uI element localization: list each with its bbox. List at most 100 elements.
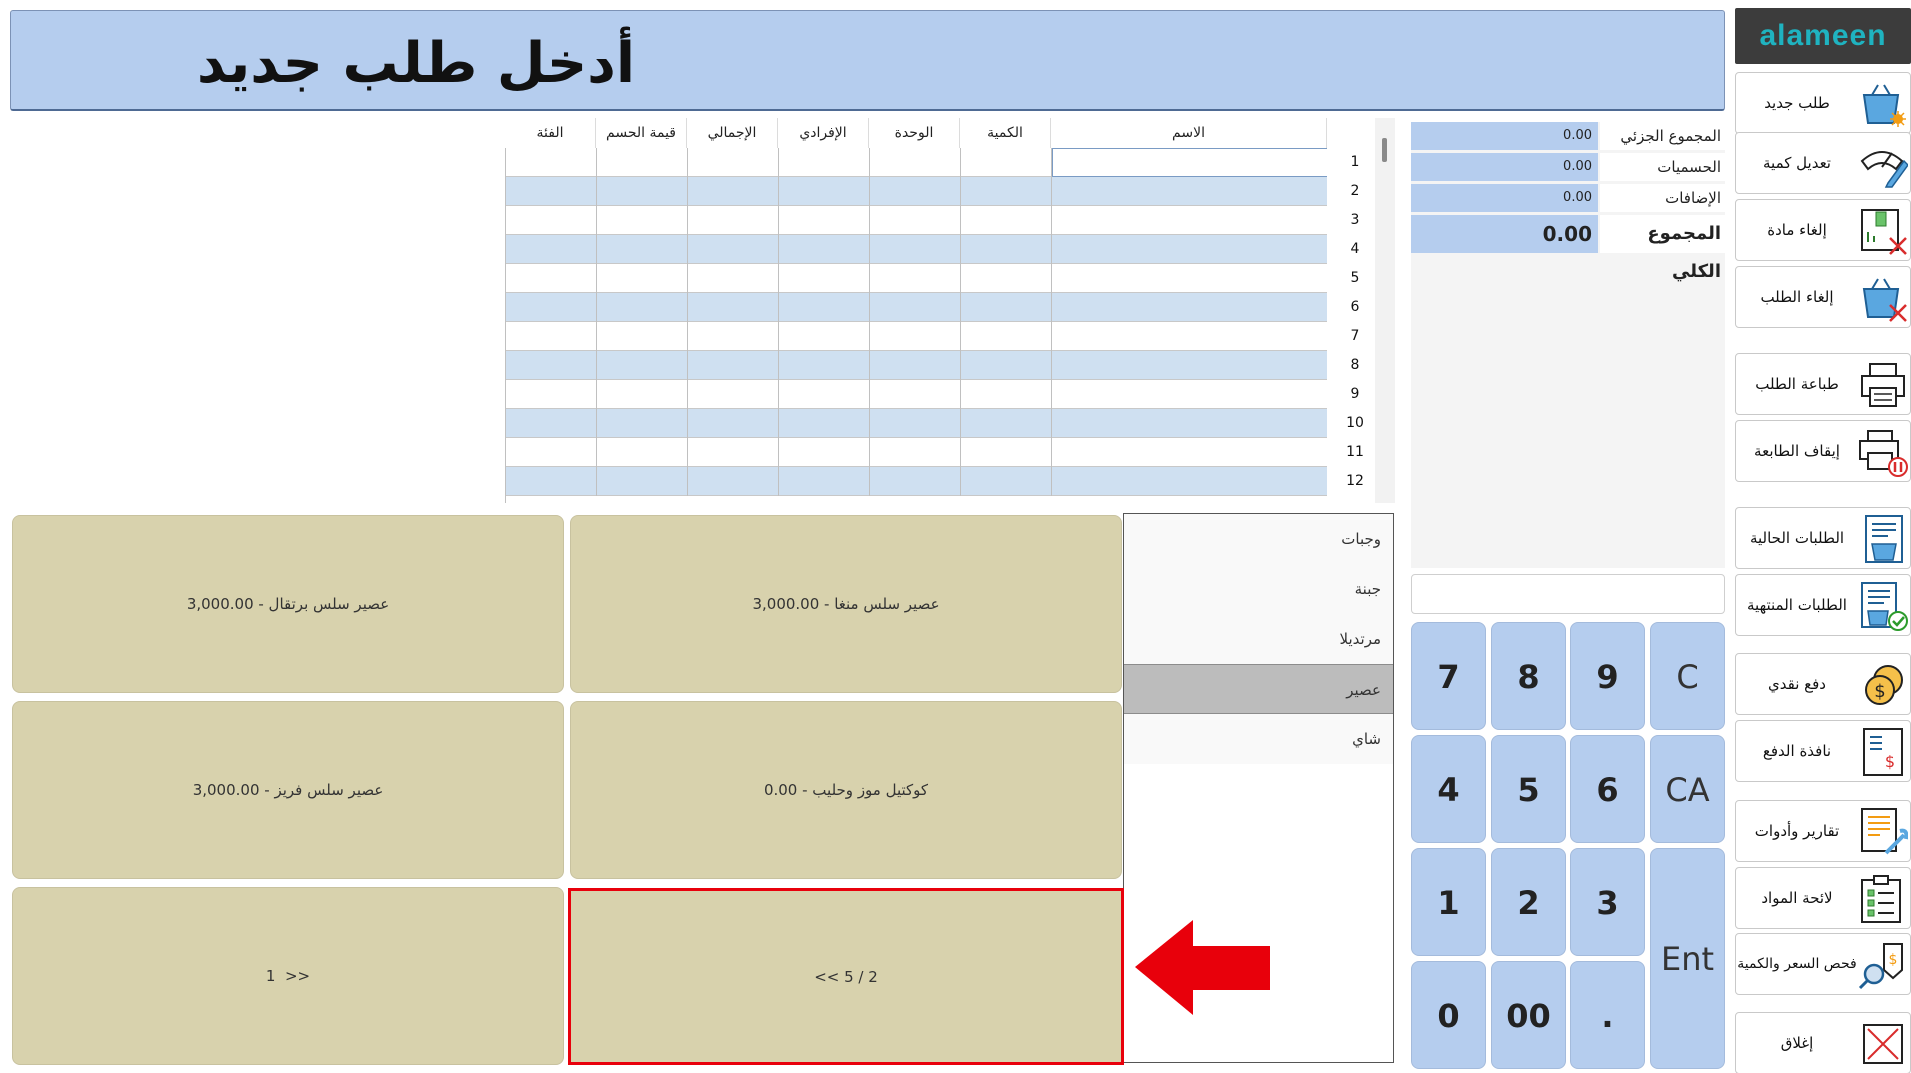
table-cell[interactable] — [1052, 467, 1327, 496]
product-orange-juice[interactable]: عصير سلس برتقال - 3,000.00 — [12, 515, 564, 693]
table-cell[interactable] — [688, 177, 779, 206]
table-row[interactable] — [506, 235, 1327, 264]
table-cell[interactable] — [506, 409, 597, 438]
table-cell[interactable] — [506, 177, 597, 206]
table-row[interactable] — [506, 322, 1327, 351]
table-cell[interactable] — [1052, 351, 1327, 380]
product-banana-milk-cocktail[interactable]: كوكتيل موز وحليب - 0.00 — [570, 701, 1122, 879]
table-cell[interactable] — [597, 235, 688, 264]
table-cell[interactable] — [1052, 380, 1327, 409]
table-cell[interactable] — [688, 264, 779, 293]
table-cell[interactable] — [779, 293, 870, 322]
table-cell[interactable] — [870, 409, 961, 438]
table-cell[interactable] — [597, 293, 688, 322]
table-cell[interactable] — [506, 467, 597, 496]
col-total[interactable]: الإجمالي — [687, 118, 778, 148]
table-cell[interactable] — [961, 467, 1052, 496]
col-unit[interactable]: الوحدة — [869, 118, 960, 148]
table-cell[interactable] — [779, 235, 870, 264]
key-8[interactable]: 8 — [1491, 622, 1566, 730]
product-strawberry-juice[interactable]: عصير سلس فريز - 3,000.00 — [12, 701, 564, 879]
col-quantity[interactable]: الكمية — [960, 118, 1051, 148]
table-cell[interactable] — [506, 438, 597, 467]
table-cell[interactable] — [870, 293, 961, 322]
table-cell[interactable] — [1052, 322, 1327, 351]
table-cell[interactable] — [870, 264, 961, 293]
finished-orders-button[interactable]: الطلبات المنتهية — [1735, 574, 1911, 636]
key-9[interactable]: 9 — [1570, 622, 1645, 730]
reports-tools-button[interactable]: تقارير وأدوات — [1735, 800, 1911, 862]
table-cell[interactable] — [688, 235, 779, 264]
table-cell[interactable] — [870, 438, 961, 467]
pause-printer-button[interactable]: إيقاف الطابعة — [1735, 420, 1911, 482]
page-next-button[interactable]: << 5 / 2 — [568, 888, 1124, 1065]
table-cell[interactable] — [961, 235, 1052, 264]
key-enter[interactable]: Ent — [1650, 848, 1725, 1069]
edit-quantity-button[interactable]: تعديل كمية — [1735, 132, 1911, 194]
table-cell[interactable] — [1052, 177, 1327, 206]
table-cell[interactable] — [688, 351, 779, 380]
key-00[interactable]: 00 — [1491, 961, 1566, 1069]
table-cell[interactable] — [1052, 235, 1327, 264]
cancel-item-button[interactable]: إلغاء مادة — [1735, 199, 1911, 261]
grid-scrollbar[interactable] — [1375, 118, 1395, 503]
key-2[interactable]: 2 — [1491, 848, 1566, 956]
key-7[interactable]: 7 — [1411, 622, 1486, 730]
new-order-button[interactable]: طلب جديد — [1735, 72, 1911, 134]
table-row[interactable] — [506, 380, 1327, 409]
price-check-button[interactable]: فحص السعر والكمية $ — [1735, 933, 1911, 995]
table-cell[interactable] — [688, 438, 779, 467]
table-cell[interactable] — [688, 322, 779, 351]
table-row[interactable] — [506, 177, 1327, 206]
table-cell[interactable] — [779, 148, 870, 177]
col-category[interactable]: الفئة — [505, 118, 596, 148]
table-cell[interactable] — [506, 148, 597, 177]
table-row[interactable] — [506, 438, 1327, 467]
table-row[interactable] — [506, 467, 1327, 496]
table-cell[interactable] — [688, 148, 779, 177]
table-cell[interactable] — [597, 409, 688, 438]
table-cell[interactable] — [506, 322, 597, 351]
key-1[interactable]: 1 — [1411, 848, 1486, 956]
key-0[interactable]: 0 — [1411, 961, 1486, 1069]
table-cell[interactable] — [870, 322, 961, 351]
table-cell[interactable] — [961, 293, 1052, 322]
table-cell[interactable] — [779, 264, 870, 293]
table-row[interactable] — [506, 351, 1327, 380]
table-cell[interactable] — [597, 177, 688, 206]
table-cell[interactable] — [870, 148, 961, 177]
table-cell[interactable] — [597, 148, 688, 177]
table-cell[interactable] — [961, 438, 1052, 467]
table-cell[interactable] — [779, 438, 870, 467]
table-cell[interactable] — [688, 409, 779, 438]
table-cell[interactable] — [870, 380, 961, 409]
table-cell[interactable] — [961, 148, 1052, 177]
table-row[interactable] — [506, 206, 1327, 235]
table-cell[interactable] — [688, 293, 779, 322]
cancel-order-button[interactable]: إلغاء الطلب — [1735, 266, 1911, 328]
table-cell[interactable] — [506, 235, 597, 264]
key-clear[interactable]: C — [1650, 622, 1725, 730]
category-juice[interactable]: عصير — [1124, 664, 1393, 714]
table-cell[interactable] — [597, 467, 688, 496]
table-cell[interactable] — [961, 206, 1052, 235]
current-orders-button[interactable]: الطلبات الحالية — [1735, 507, 1911, 569]
table-cell[interactable] — [779, 177, 870, 206]
table-cell[interactable] — [1052, 293, 1327, 322]
col-unit-price[interactable]: الإفرادي — [778, 118, 869, 148]
table-cell[interactable] — [779, 409, 870, 438]
payment-window-button[interactable]: نافذة الدفع $ — [1735, 720, 1911, 782]
table-cell[interactable] — [688, 380, 779, 409]
table-cell[interactable] — [506, 264, 597, 293]
table-cell[interactable] — [870, 467, 961, 496]
table-cell[interactable] — [779, 206, 870, 235]
scroll-thumb[interactable] — [1382, 138, 1387, 162]
table-cell[interactable] — [1052, 409, 1327, 438]
key-6[interactable]: 6 — [1570, 735, 1645, 843]
category-tea[interactable]: شاي — [1124, 714, 1393, 764]
table-cell[interactable] — [870, 351, 961, 380]
table-cell[interactable] — [961, 351, 1052, 380]
key-5[interactable]: 5 — [1491, 735, 1566, 843]
table-cell[interactable] — [961, 409, 1052, 438]
col-discount[interactable]: قيمة الحسم — [596, 118, 687, 148]
